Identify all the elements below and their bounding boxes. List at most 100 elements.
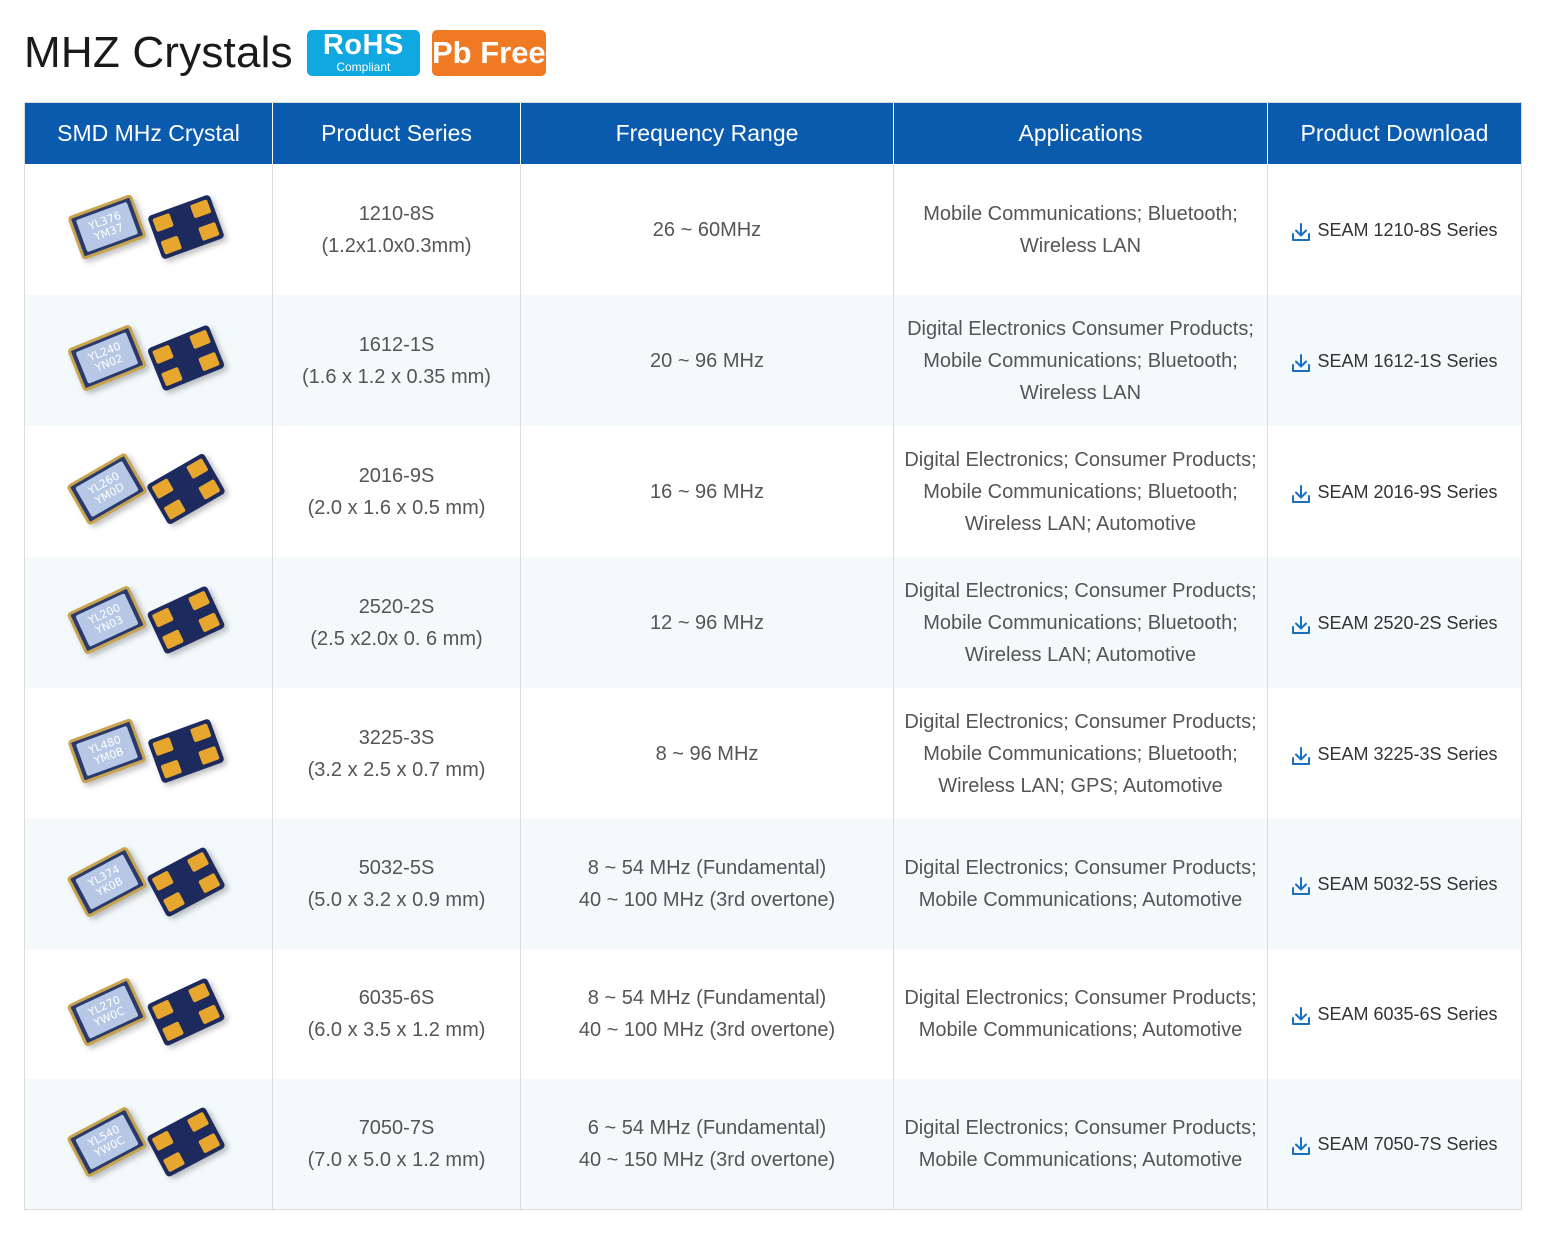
applications-cell-line: Mobile Communications; Bluetooth; <box>923 480 1238 503</box>
applications-cell: Digital Electronics; Consumer Products; M… <box>894 949 1268 1079</box>
applications-cell-line: Digital Electronics; Consumer Products; <box>904 579 1257 602</box>
product-series-cell: 2520-2S (2.5 x2.0x 0. 6 mm) <box>273 557 521 688</box>
download-link[interactable]: SEAM 3225-3S Series <box>1291 738 1498 770</box>
frequency-range-cell: 8 ~ 54 MHz (Fundamental) 40 ~ 100 MHz (3r… <box>521 819 894 949</box>
crystal-image: YL374 YK0B <box>25 819 273 949</box>
download-icon <box>1292 353 1311 372</box>
download-link[interactable]: SEAM 6035-6S Series <box>1291 998 1498 1030</box>
product-download-cell: SEAM 6035-6S Series <box>1268 949 1521 1079</box>
product-series-cell: 5032-5S (5.0 x 3.2 x 0.9 mm) <box>273 819 521 949</box>
crystal-image: YL540 YW0C <box>25 1079 273 1209</box>
product-series-cell-line: 6035-6S <box>358 987 435 1009</box>
solder-pad <box>160 235 183 255</box>
download-link-label: SEAM 2016-9S Series <box>1317 481 1498 502</box>
product-series-cell: 6035-6S (6.0 x 3.5 x 1.2 mm) <box>273 949 521 1079</box>
solder-pad <box>162 1151 186 1173</box>
applications-cell-line: Digital Electronics; Consumer Products; <box>904 857 1257 879</box>
solder-pad <box>160 759 183 779</box>
product-download-cell: SEAM 1210-8S Series <box>1268 164 1521 295</box>
solder-pad <box>189 723 212 743</box>
crystal-image: YL270 YW0C <box>25 949 273 1079</box>
download-link[interactable]: SEAM 2016-9S Series <box>1291 476 1498 508</box>
solder-pad <box>198 478 221 500</box>
download-link[interactable]: SEAM 2520-2S Series <box>1291 607 1498 639</box>
product-series-cell-line: 2520-2S <box>358 595 435 618</box>
table-row: YL540 YW0C 7050-7S (7.0 x 5.0 x 1.2 mm) 6 ~ … <box>25 1079 1521 1209</box>
table-header: SMD MHz Crystal Product Series Frequency… <box>25 103 1521 164</box>
product-download-cell: SEAM 1612-1S Series <box>1268 295 1521 426</box>
download-icon <box>1292 1007 1311 1025</box>
product-table: SMD MHz Crystal Product Series Frequency… <box>24 102 1522 1210</box>
solder-pad <box>189 199 212 219</box>
solder-pad <box>152 212 174 233</box>
applications-cell-line: Wireless LAN; GPS; Automotive <box>938 774 1223 797</box>
product-series-cell: 1210-8S (1.2x1.0x0.3mm) <box>273 164 521 295</box>
product-series-cell-line: (2.0 x 1.6 x 0.5 mm) <box>307 496 486 519</box>
frequency-range-cell: 6 ~ 54 MHz (Fundamental) 40 ~ 150 MHz (3r… <box>521 1079 894 1209</box>
product-download-cell: SEAM 3225-3S Series <box>1268 688 1521 819</box>
table-row: YL270 YW0C 6035-6S (6.0 x 3.5 x 1.2 mm) 8 ~ … <box>25 949 1521 1079</box>
product-download-cell: SEAM 2520-2S Series <box>1268 557 1521 688</box>
frequency-range-cell-line: 8 ~ 96 MHz <box>655 742 759 765</box>
crystal-top-view: YL270 YW0C <box>66 976 148 1048</box>
crystal-image: YL200 YN03 <box>25 557 273 688</box>
header-cell-applications: Applications <box>894 103 1268 164</box>
table-row: YL200 YN03 2520-2S (2.5 x2.0x 0. 6 mm) 12 ~ … <box>25 557 1521 688</box>
solder-pad <box>198 351 221 372</box>
frequency-range-cell-line: 12 ~ 96 MHz <box>650 611 764 634</box>
crystal-bottom-view <box>146 324 226 392</box>
frequency-range-cell-line: 40 ~ 100 MHz (3rd overtone) <box>578 1019 836 1041</box>
header-cell-product-series: Product Series <box>273 103 521 164</box>
product-download-cell: SEAM 5032-5S Series <box>1268 819 1521 949</box>
product-series-cell-line: (7.0 x 5.0 x 1.2 mm) <box>307 1149 486 1171</box>
applications-cell-line: Mobile Communications; Automotive <box>918 1019 1243 1041</box>
applications-cell-line: Mobile Communications; Automotive <box>918 889 1243 911</box>
download-icon <box>1292 877 1311 895</box>
header-cell-product-download: Product Download <box>1300 120 1489 146</box>
product-series-cell-line: (1.6 x 1.2 x 0.35 mm) <box>302 365 491 388</box>
frequency-range-cell: 12 ~ 96 MHz <box>521 557 894 688</box>
applications-cell-line: Digital Electronics; Consumer Products; <box>904 987 1257 1009</box>
frequency-range-cell-line: 40 ~ 100 MHz (3rd overtone) <box>578 889 836 911</box>
solder-pad <box>198 612 221 633</box>
solder-pad <box>152 736 174 757</box>
download-link-label: SEAM 7050-7S Series <box>1317 1134 1498 1154</box>
applications-cell: Digital Electronics; Consumer Products; M… <box>894 557 1268 688</box>
download-link-label: SEAM 6035-6S Series <box>1317 1004 1498 1024</box>
download-link[interactable]: SEAM 7050-7S Series <box>1291 1128 1498 1160</box>
table-row: YL240 YN02 1612-1S (1.6 x 1.2 x 0.35 mm) 20 … <box>25 295 1521 426</box>
product-series-cell-line: (5.0 x 3.2 x 0.9 mm) <box>307 889 486 911</box>
crystal-bottom-view <box>146 1106 226 1178</box>
product-download-cell: SEAM 2016-9S Series <box>1268 426 1521 557</box>
frequency-range-cell-line: 20 ~ 96 MHz <box>650 349 764 372</box>
crystal-top-view: YL260 YM0D <box>66 452 148 526</box>
applications-cell-line: Wireless LAN <box>1019 381 1142 404</box>
solder-pad <box>198 1004 221 1025</box>
download-link[interactable]: SEAM 1210-8S Series <box>1291 214 1498 246</box>
frequency-range-cell: 8 ~ 54 MHz (Fundamental) 40 ~ 100 MHz (3r… <box>521 949 894 1079</box>
applications-cell: Mobile Communications; Bluetooth; Wireles… <box>894 164 1268 295</box>
crystal-top-view: YL376 YM37 <box>67 193 147 261</box>
crystal-top-view: YL240 YN02 <box>66 323 148 393</box>
solder-pad <box>189 329 212 350</box>
solder-pad <box>151 999 174 1020</box>
solder-pad <box>163 498 186 520</box>
crystal-bottom-view <box>145 452 227 526</box>
download-link-label: SEAM 1210-8S Series <box>1317 219 1498 240</box>
download-link[interactable]: SEAM 1612-1S Series <box>1291 345 1498 377</box>
frequency-range-cell-line: 8 ~ 54 MHz (Fundamental) <box>587 857 827 879</box>
product-series-cell: 3225-3S (3.2 x 2.5 x 0.7 mm) <box>273 688 521 819</box>
crystal-top-view: YL200 YN03 <box>66 584 148 656</box>
frequency-range-cell-line: 26 ~ 60MHz <box>652 218 762 241</box>
download-link[interactable]: SEAM 5032-5S Series <box>1291 868 1498 900</box>
applications-cell-line: Wireless LAN; Automotive <box>964 512 1197 535</box>
product-series-cell-line: (6.0 x 3.5 x 1.2 mm) <box>307 1019 486 1041</box>
frequency-range-cell: 8 ~ 96 MHz <box>521 688 894 819</box>
solder-pad <box>187 590 211 611</box>
solder-pad <box>161 1021 185 1042</box>
applications-cell: Digital Electronics Consumer Products; Mo… <box>894 295 1268 426</box>
crystal-top-view: YL540 YW0C <box>66 1105 148 1179</box>
applications-cell-line: Mobile Communications; Bluetooth; <box>923 349 1238 372</box>
solder-pad <box>151 607 174 628</box>
applications-cell-line: Digital Electronics; Consumer Products; <box>904 710 1257 733</box>
